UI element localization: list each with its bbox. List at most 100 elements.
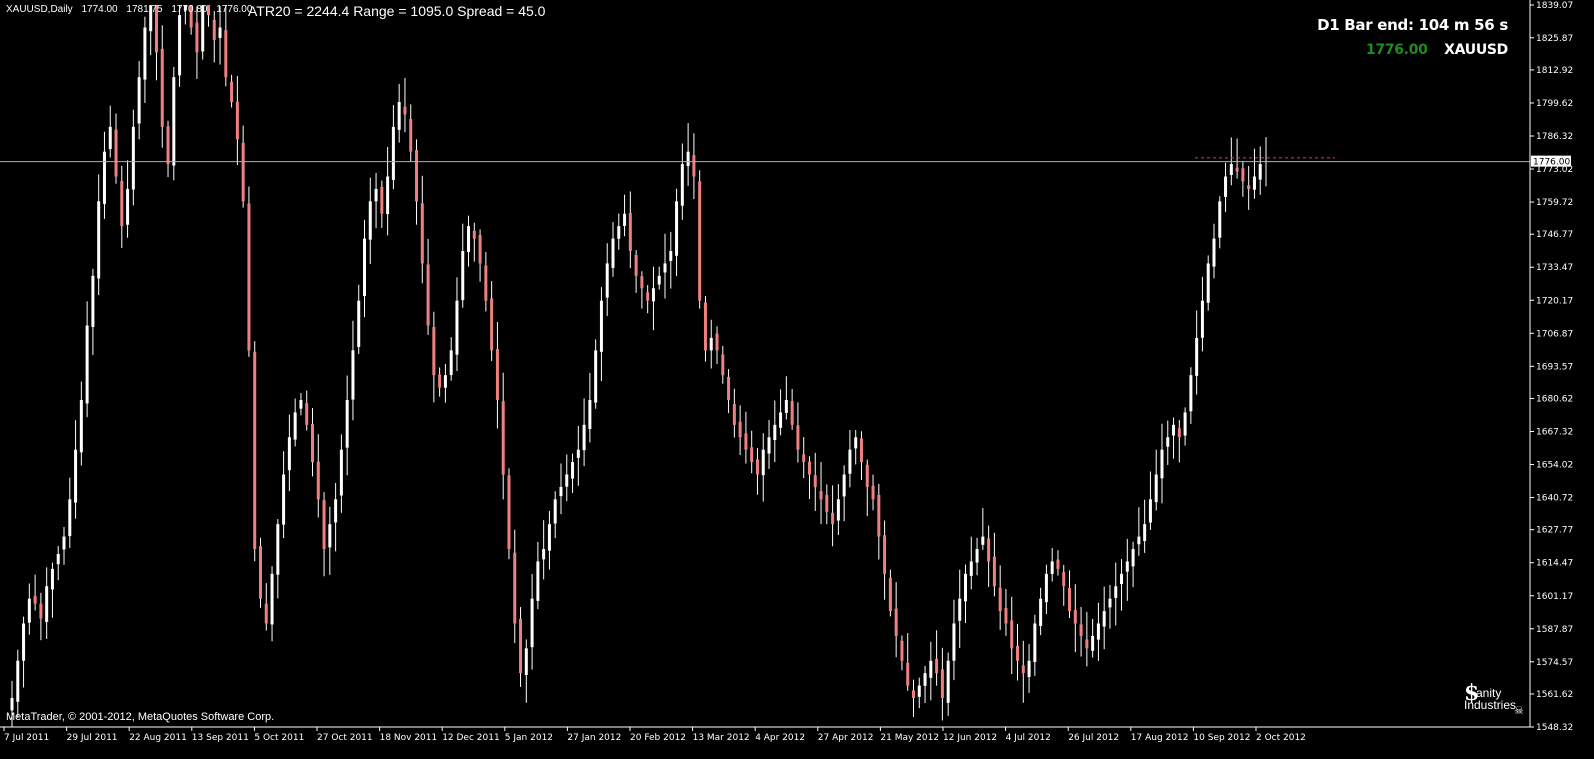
- candle-body: [981, 536, 985, 545]
- candle-body: [507, 475, 511, 550]
- candle-body: [1010, 620, 1014, 649]
- x-tick-label: 13 Sep 2011: [192, 733, 249, 743]
- candle-body: [484, 265, 488, 301]
- candle-body: [646, 292, 650, 301]
- y-tick-label: 1654.02: [1536, 461, 1573, 471]
- candle-body: [779, 412, 783, 428]
- candle-body: [1033, 623, 1037, 662]
- candle-body: [443, 375, 447, 388]
- candle-body: [767, 437, 771, 454]
- candle-body: [1091, 635, 1095, 651]
- candle-body: [270, 573, 274, 625]
- y-tick-label: 1706.87: [1536, 329, 1573, 339]
- candle-body: [305, 403, 309, 425]
- y-tick-label: 1548.32: [1536, 723, 1573, 733]
- candle-body: [842, 474, 846, 497]
- candle-body: [224, 30, 228, 78]
- candle-body: [1027, 660, 1031, 677]
- low-value: 1770.80: [171, 4, 208, 15]
- candle-body: [357, 300, 361, 348]
- levels-group: 1776.00: [0, 155, 1571, 168]
- candle-body: [680, 164, 684, 206]
- candle-body: [917, 685, 921, 697]
- candle-body: [952, 623, 956, 661]
- candle-body: [415, 150, 419, 202]
- y-tick-label: 1720.17: [1536, 296, 1573, 306]
- candle-body: [571, 462, 575, 479]
- y-tick-label: 1733.47: [1536, 263, 1573, 273]
- candle-body: [126, 188, 130, 225]
- y-tick-label: 1839.07: [1536, 1, 1573, 11]
- candle-body: [1206, 263, 1210, 303]
- candle-body: [1189, 375, 1193, 412]
- candle-body: [1096, 623, 1100, 640]
- candle-body: [877, 494, 881, 537]
- x-tick-label: 10 Sep 2012: [1193, 733, 1250, 743]
- candle-body: [819, 491, 823, 500]
- x-tick-label: 22 Aug 2011: [129, 733, 187, 743]
- candle-body: [391, 126, 395, 180]
- candle-body: [871, 485, 875, 500]
- candle-body: [744, 433, 748, 450]
- candle-body: [865, 464, 869, 487]
- candle-body: [1235, 167, 1239, 172]
- candle-body: [992, 556, 996, 587]
- candle-body: [1050, 561, 1054, 574]
- candle-body: [501, 401, 505, 475]
- candle-body: [108, 126, 112, 150]
- candle-body: [651, 288, 655, 302]
- x-tick-label: 13 Mar 2012: [693, 733, 750, 743]
- candle-body: [22, 623, 26, 661]
- y-tick-label: 1693.57: [1536, 362, 1573, 372]
- candle-body: [542, 549, 546, 560]
- chart-canvas[interactable]: 1776.00 1839.07 1825.87 1812.92 1799.62 1786…: [0, 0, 1594, 754]
- candle-body: [1148, 499, 1152, 523]
- candle-body: [351, 350, 355, 400]
- candle-body: [1004, 607, 1008, 624]
- candle-body: [363, 238, 367, 296]
- candle-body: [802, 454, 806, 463]
- candle-body: [241, 142, 245, 202]
- candle-body: [478, 235, 482, 264]
- candle-body: [235, 101, 239, 140]
- candle-body: [513, 552, 517, 624]
- candle-body: [299, 400, 303, 409]
- candle-body: [91, 275, 95, 328]
- candle-body: [1241, 168, 1245, 182]
- candle-body: [1108, 598, 1112, 608]
- candle-body: [686, 151, 690, 167]
- candle-body: [1212, 238, 1216, 267]
- candle-body: [1085, 639, 1089, 649]
- candle-body: [530, 598, 534, 648]
- candle-body: [287, 437, 291, 471]
- y-tick-label: 1825.87: [1536, 34, 1573, 44]
- candle-body: [692, 155, 696, 177]
- candle-body: [386, 176, 390, 215]
- candle-body: [987, 538, 991, 562]
- candle-body: [813, 475, 817, 487]
- candle-body: [582, 424, 586, 451]
- candle-body: [998, 587, 1002, 612]
- candle-body: [1039, 598, 1043, 626]
- candle-body: [137, 77, 141, 124]
- candle-body: [1079, 624, 1083, 636]
- x-tick-label: 2 Oct 2012: [1256, 733, 1306, 743]
- candle-body: [264, 603, 268, 624]
- candle-body: [276, 524, 280, 575]
- candle-body: [883, 535, 887, 574]
- price-chart[interactable]: 1776.00 1839.07 1825.87 1812.92 1799.62 1786…: [0, 0, 1594, 754]
- candle-body: [397, 102, 401, 130]
- candle-body: [738, 421, 742, 438]
- candle-body: [420, 203, 424, 264]
- candle-body: [640, 276, 644, 289]
- candle-body: [709, 337, 713, 351]
- symbol-ohlc-info: XAUUSD,Daily 1774.00 1781.75 1770.80 177…: [6, 4, 258, 15]
- candle-body: [784, 400, 788, 413]
- candle-body: [732, 403, 736, 425]
- candle-body: [958, 598, 962, 621]
- x-tick-label: 4 Jul 2012: [1006, 733, 1051, 743]
- candle-body: [773, 424, 777, 440]
- y-tick-label: 1812.92: [1536, 66, 1573, 76]
- candle-body: [166, 126, 170, 165]
- candle-body: [946, 660, 950, 703]
